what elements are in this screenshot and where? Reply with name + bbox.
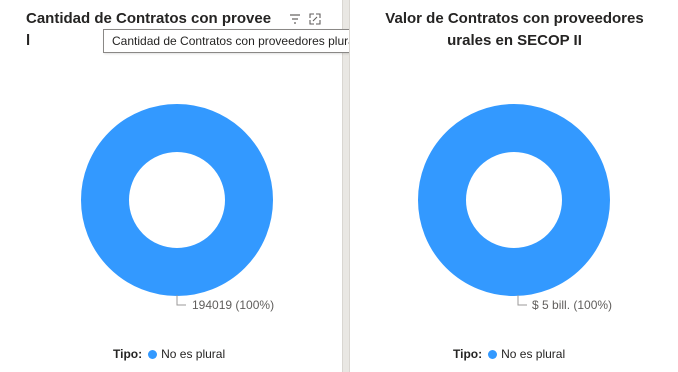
legend-marker — [148, 349, 158, 359]
legend-marker — [488, 349, 498, 359]
data-label: $ 5 bill. (100%) — [532, 298, 612, 312]
donut-chart-valor[interactable]: $ 5 bill. (100%) — [350, 0, 678, 372]
chart-legend: Tipo: No es plural — [453, 345, 565, 363]
data-label-leader — [176, 295, 186, 306]
legend-title: Tipo: — [113, 347, 143, 361]
chart-legend: Tipo: No es plural — [113, 345, 225, 363]
legend-title: Tipo: — [453, 347, 483, 361]
legend-entry[interactable]: No es plural — [501, 347, 565, 361]
data-label: 194019 (100%) — [192, 298, 274, 312]
data-label-leader — [517, 295, 527, 306]
visual-card-cantidad[interactable]: Cantidad de Contratos con provee l 19401… — [0, 0, 451, 372]
donut-chart-cantidad[interactable]: 194019 (100%) — [0, 0, 343, 372]
legend-entry[interactable]: No es plural — [161, 347, 225, 361]
donut-slice-no-es-plural[interactable] — [418, 104, 610, 296]
visual-card-valor[interactable]: Valor de Contratos con proveedores urale… — [349, 0, 678, 372]
donut-slice-no-es-plural[interactable] — [81, 104, 273, 296]
